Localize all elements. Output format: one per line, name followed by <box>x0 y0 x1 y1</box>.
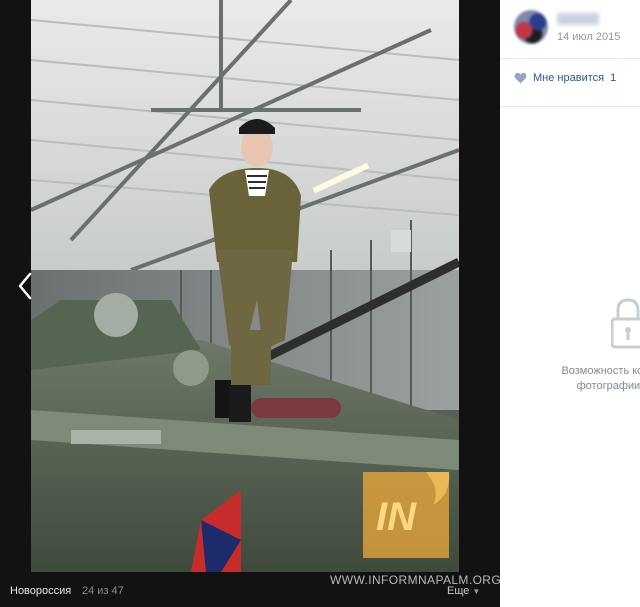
watermark-logo: IN <box>363 472 450 558</box>
author-name[interactable] <box>557 13 599 25</box>
more-label: Еще <box>447 585 470 597</box>
chevron-left-icon <box>18 272 32 300</box>
post-date[interactable]: 14 июл 2015 <box>557 31 620 43</box>
avatar[interactable] <box>514 10 548 44</box>
photo-image: IN <box>31 0 459 572</box>
like-label: Мне нравится <box>533 72 605 84</box>
svg-text:IN: IN <box>376 495 417 539</box>
like-button[interactable]: Мне нравится 1 <box>514 70 616 86</box>
prev-photo-button[interactable] <box>14 270 38 302</box>
like-count: 1 <box>610 72 617 84</box>
photo-viewer: IN Новороссия 24 из 47 WWW.INFORMNAPALM.… <box>0 0 501 607</box>
viewer-footer: Новороссия 24 из 47 WWW.INFORMNAPALM.ORG… <box>0 572 501 607</box>
divider <box>500 58 640 59</box>
comments-closed-line1: Возможность комме <box>561 365 640 377</box>
comments-closed-text: Возможность комме фотографии о <box>533 364 640 394</box>
chevron-down-icon: ▼ <box>472 587 481 596</box>
heart-icon <box>514 72 527 84</box>
lock-icon <box>611 298 640 349</box>
photo[interactable]: IN <box>31 0 459 572</box>
comments-closed-line2: фотографии о <box>576 380 640 392</box>
more-button[interactable]: Еще ▼ <box>447 585 480 597</box>
album-link[interactable]: Новороссия <box>10 585 71 597</box>
divider <box>500 106 640 107</box>
info-panel: 14 июл 2015 Мне нравится 1 Возможность к… <box>500 0 640 607</box>
photo-counter: 24 из 47 <box>82 585 124 597</box>
